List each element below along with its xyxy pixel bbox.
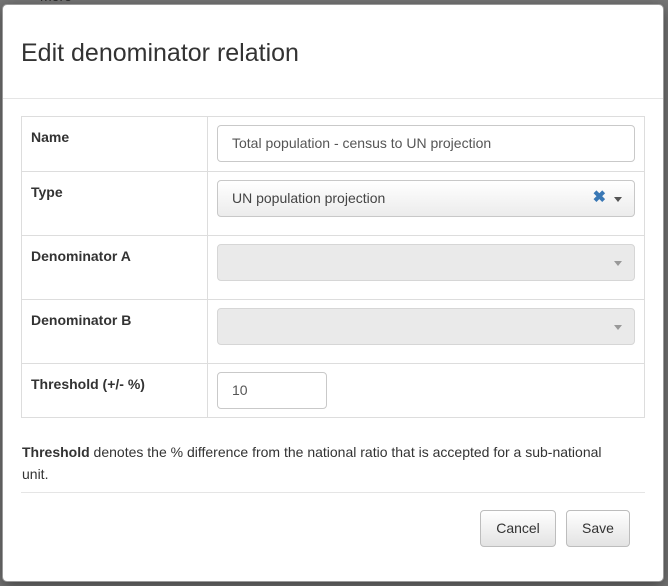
threshold-help-text: Threshold denotes the % difference from … — [22, 441, 622, 485]
edit-denominator-relation-dialog: Edit denominator relation Name Total pop… — [2, 4, 664, 582]
chevron-down-icon[interactable] — [614, 261, 622, 266]
save-button[interactable]: Save — [566, 510, 630, 547]
threshold-label: Threshold (+/- %) — [21, 363, 208, 418]
name-label: Name — [21, 116, 208, 172]
denominator-b-select[interactable] — [217, 308, 635, 345]
form-row-threshold: Threshold (+/- %) 10 — [21, 363, 645, 418]
denominator-a-label: Denominator A — [21, 235, 208, 300]
chevron-down-icon[interactable] — [614, 325, 622, 330]
denominator-b-label: Denominator B — [21, 299, 208, 364]
help-text-body: denotes the % difference from the nation… — [22, 444, 602, 482]
denominator-form-table: Name Total population - census to UN pro… — [21, 116, 645, 418]
form-row-type: Type UN population projection ✖ — [21, 171, 645, 236]
modal-header: Edit denominator relation — [3, 5, 663, 99]
chevron-down-icon[interactable] — [614, 197, 622, 202]
modal-title: Edit denominator relation — [21, 39, 299, 67]
name-input[interactable]: Total population - census to UN projecti… — [217, 125, 635, 162]
clear-icon[interactable]: ✖ — [593, 181, 606, 214]
type-select[interactable]: UN population projection ✖ — [217, 180, 635, 217]
modal-footer-divider — [21, 492, 645, 493]
help-text-bold: Threshold — [22, 444, 90, 460]
type-select-value: UN population projection — [232, 190, 386, 206]
type-label: Type — [21, 171, 208, 236]
form-row-denominator-b: Denominator B — [21, 299, 645, 364]
form-row-denominator-a: Denominator A — [21, 235, 645, 300]
denominator-a-select[interactable] — [217, 244, 635, 281]
threshold-input[interactable]: 10 — [217, 372, 327, 409]
form-row-name: Name Total population - census to UN pro… — [21, 116, 645, 172]
cancel-button[interactable]: Cancel — [480, 510, 556, 547]
